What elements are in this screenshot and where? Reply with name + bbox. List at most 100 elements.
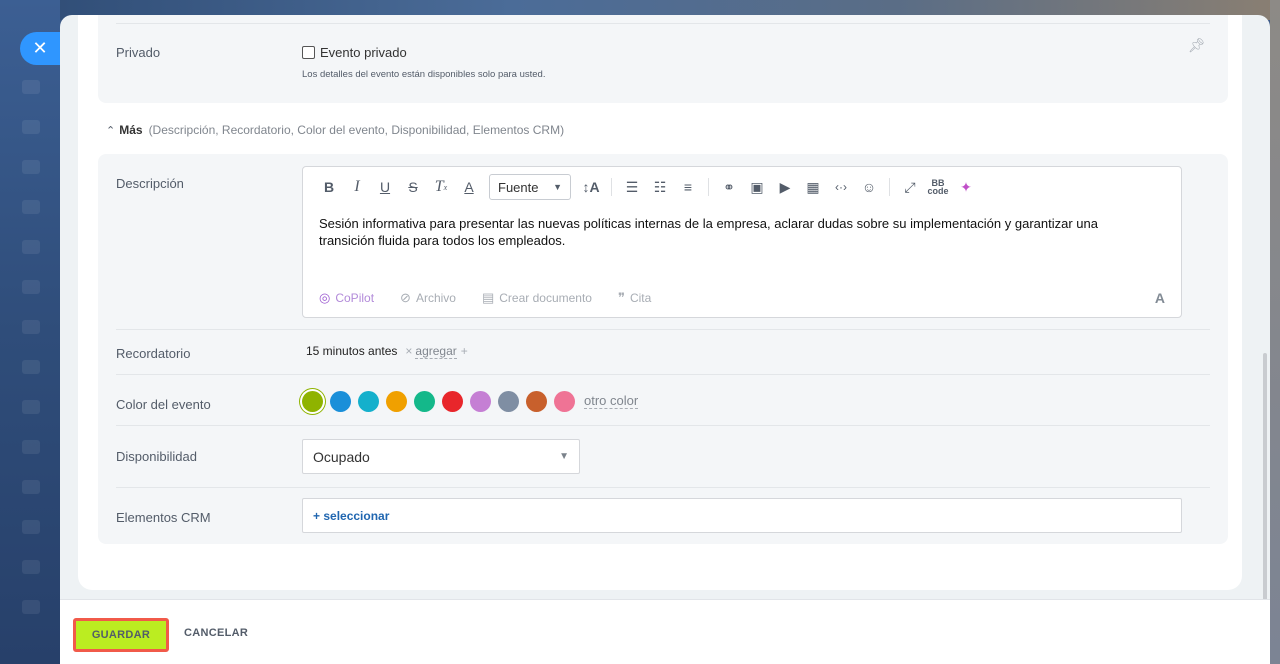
- event-color-label: Color del evento: [116, 397, 211, 412]
- divider: [116, 487, 1210, 488]
- create-document-button[interactable]: ▤ Crear documento: [482, 290, 592, 306]
- quote-button[interactable]: ❞ Cita: [618, 290, 651, 306]
- video-icon[interactable]: ▶: [771, 173, 799, 201]
- rail-icon: [22, 320, 40, 334]
- align-icon[interactable]: ≡: [674, 173, 702, 201]
- rail-icon: [22, 480, 40, 494]
- divider: [116, 374, 1210, 375]
- availability-label: Disponibilidad: [116, 449, 197, 464]
- numbered-list-icon[interactable]: ☰: [618, 173, 646, 201]
- color-swatch[interactable]: [526, 390, 547, 412]
- rail-icon: [22, 600, 40, 614]
- description-label: Descripción: [116, 176, 184, 191]
- underline-button[interactable]: U: [371, 173, 399, 201]
- color-swatches: otro color: [302, 389, 639, 413]
- description-text[interactable]: Sesión informativa para presentar las nu…: [319, 215, 1151, 249]
- private-label: Privado: [116, 45, 161, 60]
- desktop-edge: [1270, 0, 1280, 664]
- emoji-icon[interactable]: ☺: [855, 173, 883, 201]
- rail-icon: [22, 240, 40, 254]
- crm-elements-label: Elementos CRM: [116, 510, 211, 525]
- toolbar-separator: [889, 178, 890, 196]
- bold-button[interactable]: B: [315, 173, 343, 201]
- bbcode-icon[interactable]: BB code: [924, 173, 952, 201]
- divider: [116, 23, 1210, 24]
- rail-icon: [22, 160, 40, 174]
- add-reminder-link[interactable]: agregar: [415, 344, 457, 359]
- color-swatch[interactable]: [470, 390, 491, 412]
- crm-select-link[interactable]: + seleccionar: [313, 509, 389, 523]
- attach-file-button[interactable]: ⊘ Archivo: [400, 290, 456, 306]
- image-icon[interactable]: ▣: [743, 173, 771, 201]
- left-navigation-rail: [0, 0, 60, 664]
- color-swatch[interactable]: [554, 390, 575, 412]
- fullscreen-icon[interactable]: ⤢: [896, 173, 924, 201]
- form-footer: GUARDAR CANCELAR: [60, 600, 1270, 664]
- toolbar-separator: [611, 178, 612, 196]
- font-size-button[interactable]: ↕A: [577, 173, 605, 201]
- more-section: Descripción B I U S Tx A Fuente ▼ ↕A ☰ ☷…: [98, 154, 1228, 544]
- quote-label: Cita: [629, 291, 652, 305]
- toolbar-separator: [708, 178, 709, 196]
- save-button[interactable]: GUARDAR: [73, 618, 169, 652]
- more-toggle[interactable]: ⌃ Más (Descripción, Recordatorio, Color de…: [106, 123, 564, 137]
- close-icon: ✕: [32, 38, 48, 58]
- reminder-control: 15 minutos antes × agregar +: [306, 344, 468, 359]
- divider: [116, 425, 1210, 426]
- color-swatch[interactable]: [302, 390, 323, 412]
- reminder-value: 15 minutos antes: [306, 344, 398, 358]
- private-event-checkbox-label[interactable]: Evento privado: [320, 45, 407, 60]
- pin-icon[interactable]: 📌︎: [1188, 37, 1206, 54]
- more-label[interactable]: Más: [119, 123, 142, 137]
- color-swatch[interactable]: [414, 390, 435, 412]
- color-swatch[interactable]: [330, 390, 351, 412]
- rail-icon: [22, 560, 40, 574]
- table-icon[interactable]: ▦: [799, 173, 827, 201]
- rail-icon: [22, 280, 40, 294]
- other-color-link[interactable]: otro color: [584, 393, 639, 409]
- chevron-up-icon: ⌃: [106, 125, 116, 137]
- divider: [116, 329, 1210, 330]
- chevron-down-icon: ▼: [559, 451, 569, 462]
- text-format-toggle-icon[interactable]: A: [1155, 290, 1165, 306]
- remove-reminder-icon[interactable]: ×: [405, 344, 412, 358]
- color-swatch[interactable]: [498, 390, 519, 412]
- scrollbar[interactable]: [1263, 353, 1267, 603]
- color-swatch[interactable]: [442, 390, 463, 412]
- cancel-button[interactable]: CANCELAR: [184, 627, 248, 639]
- copilot-label: CoPilot: [335, 291, 375, 305]
- private-event-checkbox[interactable]: [302, 46, 315, 59]
- editor-toolbar: B I U S Tx A Fuente ▼ ↕A ☰ ☷ ≡ ⚭ ▣ ▶ ▦ ‹…: [303, 167, 1181, 207]
- font-color-button[interactable]: A: [455, 173, 483, 201]
- rail-icon: [22, 440, 40, 454]
- crm-elements-field[interactable]: + seleccionar: [302, 498, 1182, 533]
- italic-button[interactable]: I: [343, 173, 371, 201]
- strikethrough-button[interactable]: S: [399, 173, 427, 201]
- availability-value: Ocupado: [313, 448, 370, 465]
- link-icon[interactable]: ⚭: [715, 173, 743, 201]
- color-swatch[interactable]: [358, 390, 379, 412]
- font-select-value: Fuente: [498, 179, 539, 195]
- chevron-down-icon: ▼: [553, 182, 562, 192]
- rail-icon: [22, 80, 40, 94]
- availability-select[interactable]: Ocupado ▼: [302, 439, 580, 474]
- private-event-hint: Los detalles del evento están disponible…: [302, 69, 546, 80]
- rail-icon: [22, 520, 40, 534]
- clear-format-button[interactable]: Tx: [427, 173, 455, 201]
- description-editor[interactable]: B I U S Tx A Fuente ▼ ↕A ☰ ☷ ≡ ⚭ ▣ ▶ ▦ ‹…: [302, 166, 1182, 318]
- code-icon[interactable]: ‹·›: [827, 173, 855, 201]
- copilot-icon: ◎: [319, 290, 331, 305]
- rail-icon: [22, 120, 40, 134]
- color-swatch[interactable]: [386, 390, 407, 412]
- more-summary: (Descripción, Recordatorio, Color del ev…: [148, 123, 565, 137]
- form-card: Privado Evento privado Los detalles del …: [78, 15, 1242, 590]
- plus-icon[interactable]: +: [461, 344, 468, 358]
- editor-footer: ◎ CoPilot ⊘ Archivo ▤ Crear documento ❞ Cita…: [319, 289, 1165, 307]
- close-slider-button[interactable]: ✕: [20, 32, 60, 65]
- event-form-panel: Privado Evento privado Los detalles del …: [60, 15, 1270, 664]
- font-select[interactable]: Fuente ▼: [489, 174, 571, 200]
- ai-image-icon[interactable]: ✦: [952, 173, 980, 201]
- create-document-label: Crear documento: [499, 291, 592, 305]
- copilot-button[interactable]: ◎ CoPilot: [319, 290, 374, 306]
- bulleted-list-icon[interactable]: ☷: [646, 173, 674, 201]
